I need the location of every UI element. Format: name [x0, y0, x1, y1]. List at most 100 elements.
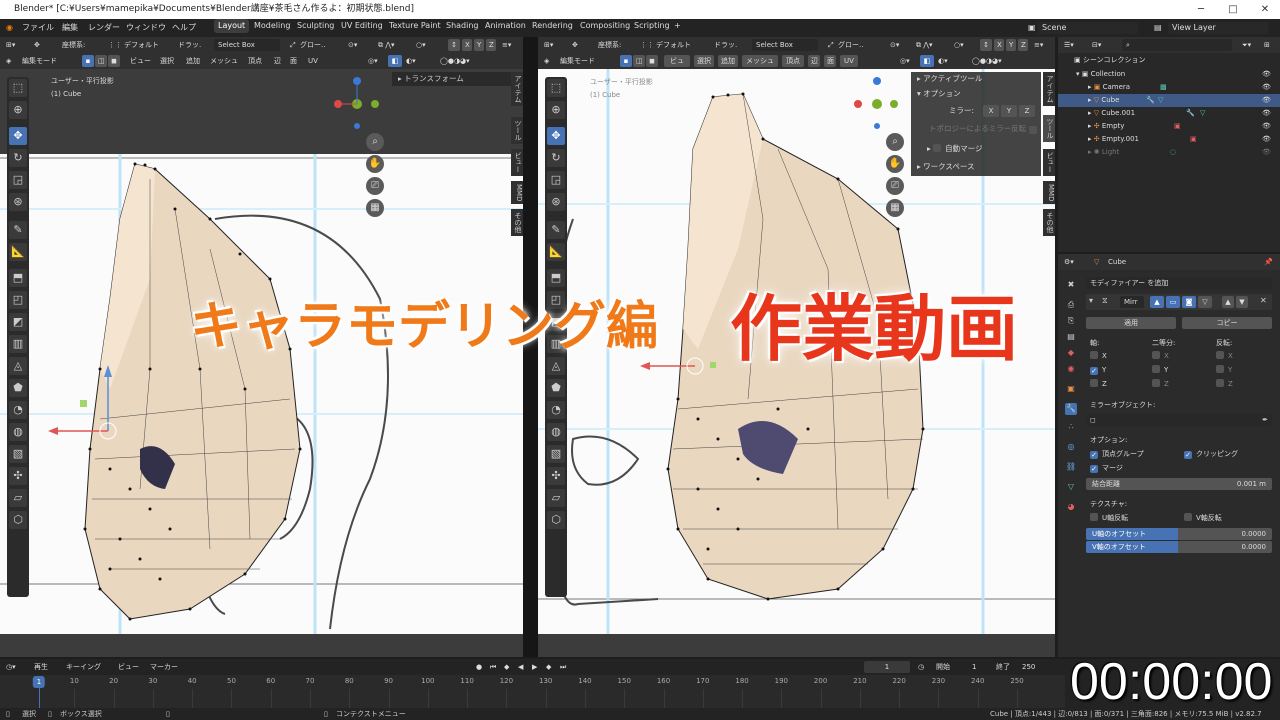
viewport-left-canvas[interactable] — [0, 69, 523, 657]
vertex-select-icon[interactable]: ▪ — [82, 55, 94, 67]
outliner-item-empty[interactable]: ▸ ✣ Empty ▣ 👁 — [1088, 120, 1280, 133]
camera-view-icon[interactable]: ⎚ — [366, 177, 384, 195]
snap-icon[interactable]: ⧉ ⋀▾ — [378, 37, 394, 53]
flip-x-row[interactable]: X — [1216, 350, 1233, 362]
menu-face[interactable]: 面 — [824, 55, 836, 67]
pan-view-icon[interactable]: ✋ — [886, 155, 904, 173]
axis-y-row[interactable]: ✓ Y — [1090, 364, 1106, 376]
clipping-row[interactable]: ✓ クリッピング — [1184, 448, 1238, 460]
flip-z-row[interactable]: Z — [1216, 378, 1233, 390]
rotate-tool-icon[interactable]: ↻ — [547, 149, 565, 167]
playhead[interactable]: 1 — [32, 676, 46, 688]
active-tool-row[interactable]: ▸ アクティブツール — [917, 72, 982, 86]
zoom-view-icon[interactable]: ⌕ — [886, 133, 904, 151]
measure-tool-icon[interactable]: 📐 — [9, 243, 27, 261]
v-flip-checkbox[interactable] — [1184, 513, 1192, 521]
cursor-tool-icon[interactable]: ⊕ — [547, 101, 565, 119]
polybuild-tool-icon[interactable]: ⬟ — [547, 379, 565, 397]
scale-tool-icon[interactable]: ◲ — [547, 171, 565, 189]
ntab-other[interactable]: その他 — [1043, 209, 1055, 236]
xray-icon[interactable]: ◧ — [920, 55, 934, 67]
blender-logo-icon[interactable]: ◉ — [6, 19, 13, 37]
visibility-icon[interactable]: 👁 — [1262, 146, 1271, 159]
outliner-item-empty001[interactable]: ▸ ✣ Empty.001 ▣ 👁 — [1088, 133, 1280, 146]
scene-tab-icon[interactable]: ◆ — [1065, 347, 1077, 359]
modifier-wrench-icon[interactable]: 🔧 — [1146, 94, 1155, 107]
menu-file[interactable]: ファイル — [22, 19, 54, 37]
physics-tab-icon[interactable]: ◎ — [1065, 441, 1077, 453]
spin-tool-icon[interactable]: ◔ — [547, 401, 565, 419]
scene-selector[interactable]: Scene — [1038, 22, 1138, 34]
mesh-data-icon[interactable]: ▽ — [1158, 94, 1163, 107]
bisect-z-checkbox[interactable] — [1152, 379, 1160, 387]
collapse-arrow-icon[interactable]: ▾ — [1089, 296, 1093, 305]
menu-window[interactable]: ウィンドウ — [126, 19, 166, 37]
visibility-icon[interactable]: 👁 — [1262, 94, 1271, 107]
smooth-tool-icon[interactable]: ◍ — [9, 423, 27, 441]
auto-merge-checkbox[interactable] — [933, 144, 942, 152]
options-icon[interactable]: ≡▾ — [502, 37, 511, 53]
outliner-item-cube001[interactable]: ▸ ▽ Cube.001 🔧 ▽ 👁 — [1088, 107, 1280, 120]
orientation-icon[interactable]: ⤢ — [290, 37, 296, 53]
auto-merge-row[interactable]: ▸ 自動マージ — [927, 142, 983, 156]
visibility-icon[interactable]: 👁 — [1262, 133, 1271, 146]
shading-modes-icon[interactable]: ◯●◑◕▾ — [972, 53, 1002, 69]
display-mode-icon[interactable]: ⊟▾ — [1092, 37, 1101, 53]
tab-modeling[interactable]: Modeling — [250, 19, 294, 33]
topology-mirror-checkbox[interactable] — [1029, 126, 1037, 134]
tab-layout[interactable]: Layout — [214, 19, 250, 33]
pivot-point-icon[interactable]: ⊙▾ — [890, 37, 899, 53]
move-tool-icon[interactable]: ✥ — [9, 127, 27, 145]
start-value[interactable]: 1 — [972, 659, 976, 675]
particles-tab-icon[interactable]: ∴ — [1065, 421, 1077, 433]
shrink-tool-icon[interactable]: ✣ — [9, 467, 27, 485]
select-box-dropdown[interactable]: Select Box — [752, 39, 818, 51]
orientation-dropdown[interactable]: グロー.. — [300, 37, 325, 53]
options-row[interactable]: ▾ オプション — [917, 87, 961, 101]
bevel-tool-icon[interactable]: ◩ — [9, 313, 27, 331]
view-layer-selector[interactable]: View Layer — [1168, 22, 1268, 34]
outliner-item-light[interactable]: ▸ ✺ Light ◌ 👁 — [1088, 146, 1280, 159]
spin-tool-icon[interactable]: ◔ — [9, 401, 27, 419]
image-data-icon[interactable]: ▣ — [1190, 133, 1197, 146]
menu-vertex[interactable]: 頂点 — [248, 53, 262, 69]
modifier-name-field[interactable]: Mirr — [1120, 296, 1144, 308]
camera-view-icon[interactable]: ⎚ — [886, 177, 904, 195]
flip-z-checkbox[interactable] — [1216, 379, 1224, 387]
knife-tool-icon[interactable]: ◬ — [9, 357, 27, 375]
edge-slide-tool-icon[interactable]: ▧ — [9, 445, 27, 463]
play-reverse-icon[interactable]: ◀ — [518, 659, 523, 675]
transform-panel-header[interactable]: ▸ トランスフォーム — [392, 72, 512, 86]
face-select-icon[interactable]: ◼ — [108, 55, 120, 67]
v-flip-row[interactable]: V軸反転 — [1184, 512, 1222, 524]
modifier-tab-icon[interactable]: 🔧 — [1065, 403, 1077, 415]
menu-face[interactable]: 面 — [290, 53, 297, 69]
end-value[interactable]: 250 — [1022, 659, 1035, 675]
outliner-item-collection[interactable]: ▾ ▣ Collection 👁 — [1076, 68, 1280, 81]
new-collection-icon[interactable]: ⊞ — [1264, 37, 1270, 53]
u-flip-row[interactable]: U軸反転 — [1090, 512, 1128, 524]
editor-type-icon[interactable]: ⊞▾ — [6, 37, 15, 53]
show-render-icon[interactable]: ◙ — [1182, 296, 1196, 308]
workspace-row[interactable]: ▸ ワークスペース — [917, 160, 975, 174]
select-box-dropdown[interactable]: Select Box — [214, 39, 280, 51]
menu-edge[interactable]: 辺 — [274, 53, 281, 69]
apply-button[interactable]: 適用 — [1086, 317, 1176, 329]
tab-uv-editing[interactable]: UV Editing — [337, 19, 387, 33]
tab-rendering[interactable]: Rendering — [528, 19, 577, 33]
polybuild-tool-icon[interactable]: ⬟ — [9, 379, 27, 397]
cursor-tool-icon[interactable]: ⊕ — [9, 101, 27, 119]
transform-affect-icon[interactable]: ↕ — [448, 39, 460, 51]
axis-y-checkbox[interactable]: ✓ — [1090, 367, 1098, 375]
outliner-search-input[interactable]: ⌕ — [1122, 39, 1232, 51]
outliner-editor-icon[interactable]: ☰▾ — [1064, 37, 1074, 53]
menu-select[interactable]: 選択 — [694, 55, 714, 67]
clipping-checkbox[interactable]: ✓ — [1184, 451, 1192, 459]
ntab-item[interactable]: アイテム — [1043, 72, 1055, 106]
coord-value[interactable]: デフォルト — [656, 37, 691, 53]
move-up-icon[interactable]: ▲ — [1222, 296, 1234, 308]
menu-view[interactable]: ビュー — [664, 55, 690, 77]
constraints-tab-icon[interactable]: ⛓ — [1065, 461, 1077, 473]
merge-row[interactable]: ✓ マージ — [1090, 462, 1123, 474]
inset-tool-icon[interactable]: ◰ — [9, 291, 27, 309]
